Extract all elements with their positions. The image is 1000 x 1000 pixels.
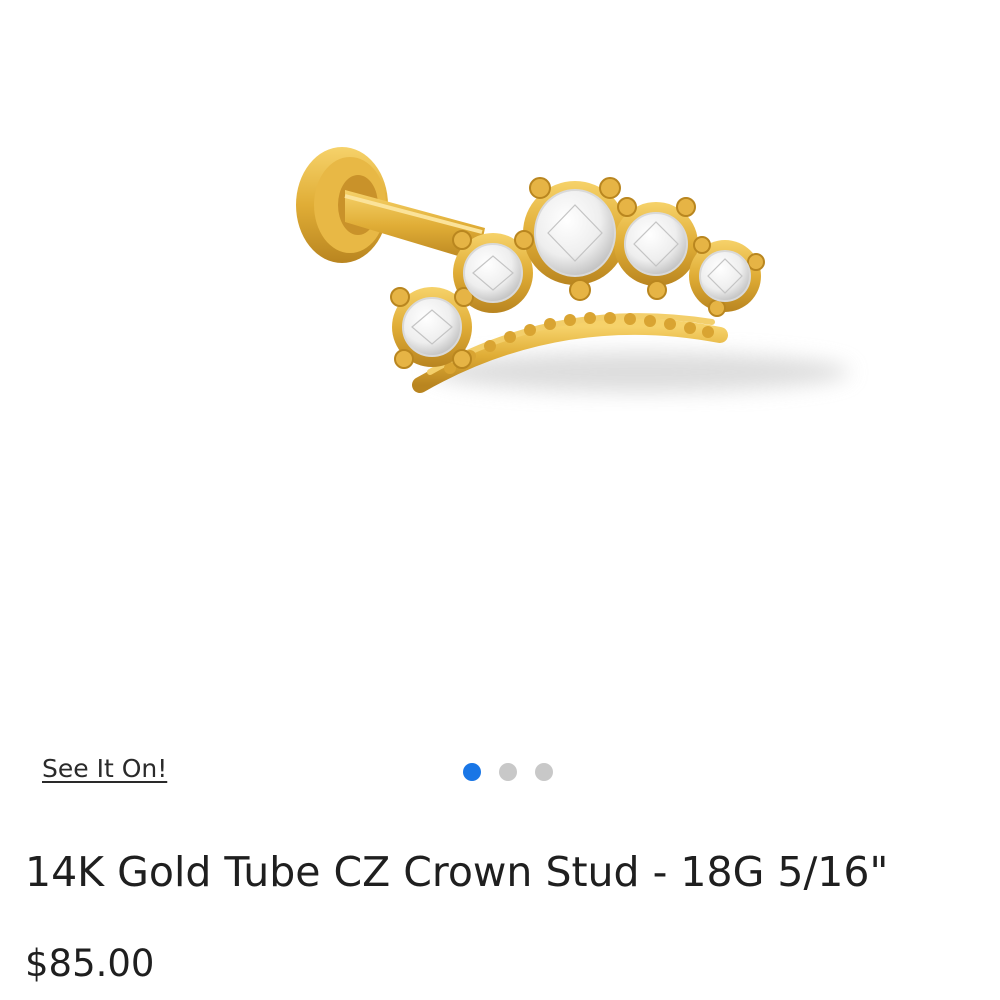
carousel-dots [463,763,553,781]
product-image[interactable] [0,0,1000,740]
carousel-dot-3[interactable] [535,763,553,781]
product-price: $85.00 [25,942,155,985]
see-it-on-link[interactable]: See It On! [42,754,167,783]
carousel-dot-1[interactable] [463,763,481,781]
carousel-dot-2[interactable] [499,763,517,781]
product-page: See It On! 14K Gold Tube CZ Crown Stud -… [0,0,1000,1000]
product-title: 14K Gold Tube CZ Crown Stud - 18G 5/16" [25,848,889,896]
